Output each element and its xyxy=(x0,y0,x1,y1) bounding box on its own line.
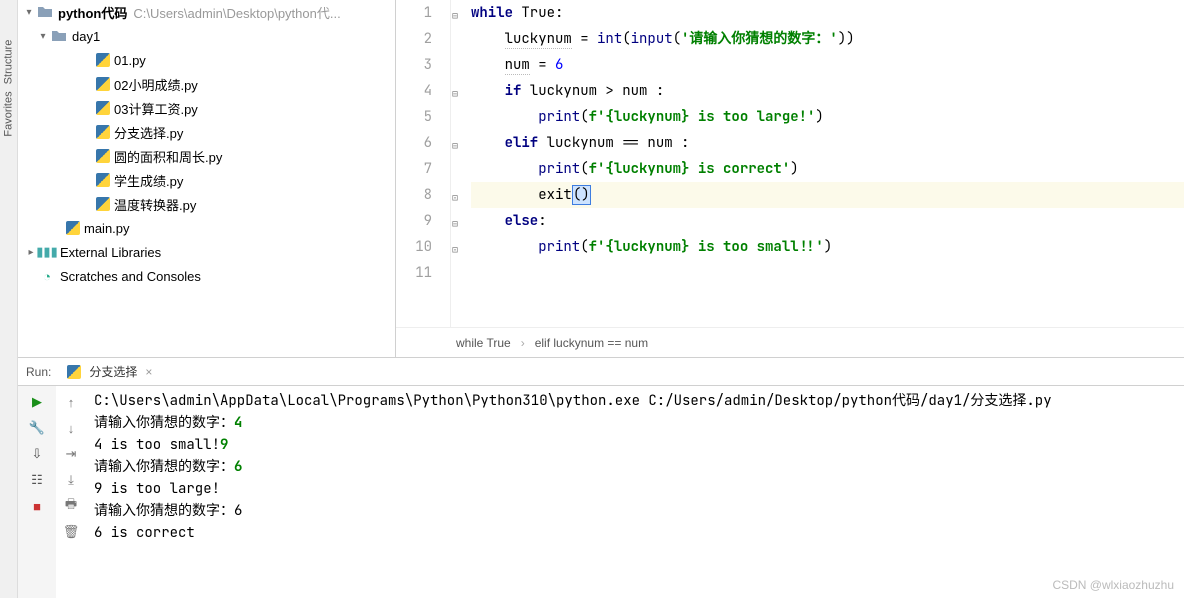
ide-left-rail: Structure Favorites xyxy=(0,0,18,598)
fold-icon[interactable]: ⊡ xyxy=(452,185,458,211)
chevron-down-icon: ▾ xyxy=(22,7,36,18)
watermark: CSDN @wlxiaozhuzhu xyxy=(1052,578,1174,592)
chevron-down-icon: ▾ xyxy=(36,31,50,42)
run-panel: Run: 分支选择 × ▶ 🔧 ⇩ ☷ ■ ↑ ↓ ⇥ ⤓ 🖶 🗑 C:\Use… xyxy=(18,358,1184,598)
stop-button[interactable]: ■ xyxy=(24,494,50,518)
python-file-icon xyxy=(96,149,110,163)
file-item[interactable]: 学生成绩.py xyxy=(18,168,395,192)
code-editor[interactable]: 1234567891011 ⊟ ⊟ ⊟ ⊡ ⊟ ⊡ while True: lu… xyxy=(396,0,1184,357)
breadcrumb-sep: › xyxy=(521,336,525,350)
python-file-icon xyxy=(96,173,110,187)
file-item[interactable]: 分支选择.py xyxy=(18,120,395,144)
folder-icon xyxy=(50,28,68,44)
project-root[interactable]: ▾ python代码 C:\Users\admin\Desktop\python… xyxy=(18,0,395,24)
file-item[interactable]: 温度转换器.py xyxy=(18,192,395,216)
soft-wrap-button[interactable]: ⇥ xyxy=(59,442,83,466)
fold-icon[interactable]: ⊟ xyxy=(452,3,458,29)
file-item[interactable]: main.py xyxy=(18,216,395,240)
up-arrow-button[interactable]: ↑ xyxy=(59,390,83,414)
code-content[interactable]: while True: luckynum = int(input('请输入你猜想… xyxy=(465,0,1184,327)
file-item[interactable]: 03计算工资.py xyxy=(18,96,395,120)
down-button[interactable]: ⇩ xyxy=(24,442,50,466)
python-file-icon xyxy=(66,221,80,235)
layout-button[interactable]: ☷ xyxy=(24,468,50,492)
breadcrumb-item[interactable]: elif luckynum == num xyxy=(535,336,648,350)
project-sidebar: ▾ python代码 C:\Users\admin\Desktop\python… xyxy=(18,0,396,357)
run-toolbar-primary: ▶ 🔧 ⇩ ☷ ■ xyxy=(18,386,56,598)
folder-day1[interactable]: ▾ day1 xyxy=(18,24,395,48)
print-button[interactable]: 🖶 xyxy=(59,494,83,518)
external-libraries[interactable]: ▸ ▮▮▮ External Libraries xyxy=(18,240,395,264)
fold-icon[interactable]: ⊟ xyxy=(452,81,458,107)
scratches-consoles[interactable]: ◔ Scratches and Consoles xyxy=(18,264,395,288)
project-root-label: python代码 xyxy=(58,3,127,22)
run-label: Run: xyxy=(26,365,51,379)
settings-button[interactable]: 🔧 xyxy=(24,416,50,440)
run-tab[interactable]: 分支选择 × xyxy=(67,363,152,380)
folder-icon xyxy=(36,4,54,20)
down-arrow-button[interactable]: ↓ xyxy=(59,416,83,440)
fold-icon[interactable]: ⊟ xyxy=(452,133,458,159)
console-command: C:\Users\admin\AppData\Local\Programs\Py… xyxy=(94,392,1052,410)
library-icon: ▮▮▮ xyxy=(38,244,56,260)
line-gutter: 1234567891011 xyxy=(396,0,451,327)
python-file-icon xyxy=(96,77,110,91)
file-item[interactable]: 02小明成绩.py xyxy=(18,72,395,96)
run-tabs: Run: 分支选择 × xyxy=(18,358,1184,386)
folder-label: day1 xyxy=(72,29,100,44)
rail-structure-label[interactable]: Structure xyxy=(3,40,15,85)
fold-column[interactable]: ⊟ ⊟ ⊟ ⊡ ⊟ ⊡ xyxy=(451,0,465,327)
python-icon xyxy=(67,365,81,379)
run-toolbar-secondary: ↑ ↓ ⇥ ⤓ 🖶 🗑 xyxy=(56,386,86,598)
breadcrumbs[interactable]: while True › elif luckynum == num xyxy=(396,327,1184,357)
console-output[interactable]: C:\Users\admin\AppData\Local\Programs\Py… xyxy=(86,386,1184,598)
file-item[interactable]: 01.py xyxy=(18,48,395,72)
file-item[interactable]: 圆的面积和周长.py xyxy=(18,144,395,168)
scroll-end-button[interactable]: ⤓ xyxy=(59,468,83,492)
python-file-icon xyxy=(96,197,110,211)
python-file-icon xyxy=(96,53,110,67)
trash-button[interactable]: 🗑 xyxy=(59,520,83,544)
rerun-button[interactable]: ▶ xyxy=(24,390,50,414)
python-file-icon xyxy=(96,101,110,115)
project-root-path: C:\Users\admin\Desktop\python代... xyxy=(133,3,340,22)
fold-icon[interactable]: ⊡ xyxy=(452,237,458,263)
python-file-icon xyxy=(96,125,110,139)
breadcrumb-item[interactable]: while True xyxy=(456,336,511,350)
scratch-icon: ◔ xyxy=(38,268,56,284)
close-icon[interactable]: × xyxy=(145,365,152,379)
rail-favorites-label[interactable]: Favorites xyxy=(3,91,15,136)
fold-icon[interactable]: ⊟ xyxy=(452,211,458,237)
